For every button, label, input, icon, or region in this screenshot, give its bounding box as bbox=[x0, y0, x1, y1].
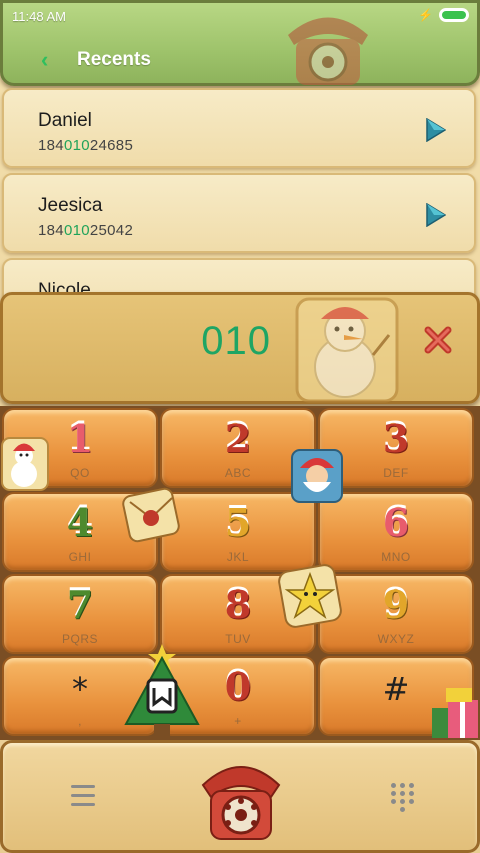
key-letters: WXYZ bbox=[377, 632, 415, 646]
key-digit: 6 bbox=[382, 500, 410, 545]
snowman-icon bbox=[295, 297, 399, 403]
page-title: Recents bbox=[77, 49, 151, 70]
envelope-sticker-icon bbox=[122, 487, 180, 543]
menu-icon[interactable] bbox=[71, 785, 95, 807]
key-letters: GHI bbox=[68, 550, 92, 564]
star-sticker-icon bbox=[278, 564, 342, 628]
battery-icon bbox=[439, 8, 469, 22]
dialpad-icon[interactable] bbox=[391, 783, 415, 813]
call-arrow-icon[interactable] bbox=[426, 203, 446, 227]
delete-icon[interactable] bbox=[423, 325, 453, 355]
rotary-phone-watermark-icon bbox=[288, 17, 368, 85]
dial-display: 010 bbox=[0, 292, 480, 404]
contact-number: 18401025042 bbox=[38, 222, 134, 239]
recents-list: Daniel 18401024685 Jeesica 18401025042 N… bbox=[0, 88, 480, 338]
contact-name: Daniel bbox=[38, 110, 92, 131]
dialer-app: 11:48 AM ⚡ ‹ Recents Daniel 18401024685 … bbox=[0, 0, 480, 853]
list-item[interactable]: Jeesica 18401025042 bbox=[2, 173, 476, 253]
keypad: 1 QO 2 ABC 3 DEF 4 GHI 5 JKL 6 MNO 7 PQR… bbox=[0, 406, 480, 740]
contact-name: Jeesica bbox=[38, 195, 103, 216]
key-digit: 5 bbox=[224, 500, 252, 545]
status-time: 11:48 AM bbox=[12, 9, 66, 24]
status-icons: ⚡ bbox=[418, 8, 469, 22]
christmas-tree-icon bbox=[124, 644, 200, 736]
contact-number: 18401024685 bbox=[38, 137, 134, 154]
key-digit: 7 bbox=[66, 582, 94, 627]
charging-icon: ⚡ bbox=[418, 8, 433, 22]
call-arrow-icon[interactable] bbox=[426, 118, 446, 142]
dialed-number: 010 bbox=[201, 319, 271, 363]
call-button[interactable] bbox=[197, 755, 285, 843]
header-bar: 11:48 AM ⚡ ‹ Recents bbox=[0, 0, 480, 86]
key-letters: JKL bbox=[226, 550, 250, 564]
santa-sticker-icon bbox=[291, 449, 343, 503]
list-item[interactable]: Daniel 18401024685 bbox=[2, 88, 476, 168]
bottom-bar bbox=[0, 740, 480, 853]
snowman-sticker-icon bbox=[1, 437, 49, 491]
key-letters: MNO bbox=[381, 550, 411, 564]
gift-boxes-icon bbox=[432, 688, 478, 738]
back-button[interactable]: ‹ bbox=[41, 47, 48, 73]
